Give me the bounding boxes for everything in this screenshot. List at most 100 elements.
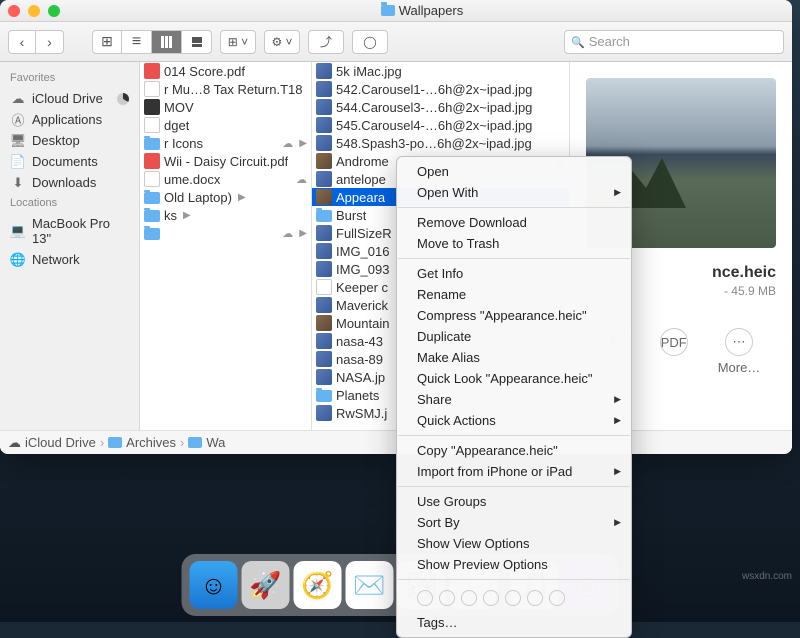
dock-finder-icon[interactable]: ☺ (190, 561, 238, 609)
close-button[interactable] (8, 5, 20, 17)
menu-item-make-alias[interactable]: Make Alias (397, 347, 631, 368)
tag-circle[interactable] (439, 590, 455, 606)
view-icon-button[interactable] (92, 30, 122, 54)
traffic-lights (8, 5, 60, 17)
path-segment[interactable]: Archives (108, 435, 176, 450)
file-name: Keeper c (336, 280, 388, 295)
file-name: Androme (336, 154, 389, 169)
menu-separator (398, 579, 630, 580)
img-icon (316, 117, 332, 133)
share-button[interactable]: ⤴ (308, 30, 344, 54)
file-row[interactable]: 545.Carousel4-…6h@2x~ipad.jpg (312, 116, 569, 134)
minimize-button[interactable] (28, 5, 40, 17)
titlebar[interactable]: Wallpapers (0, 0, 792, 22)
menu-item-compress-appearance-heic[interactable]: Compress "Appearance.heic" (397, 305, 631, 326)
dock-launchpad-icon[interactable]: 🚀 (242, 561, 290, 609)
file-row[interactable]: ume.docx☁ (140, 170, 311, 188)
chevron-right-icon: ▶ (299, 138, 307, 149)
preview-action[interactable]: PDF (660, 328, 688, 375)
tags-button[interactable]: ◯ (352, 30, 388, 54)
sidebar-item-network[interactable]: 🌐Network (0, 249, 139, 270)
dock-safari-icon[interactable]: 🧭 (294, 561, 342, 609)
fold-icon (316, 210, 332, 222)
folder-icon (381, 5, 395, 16)
file-row[interactable]: 548.Spash3-po…6h@2x~ipad.jpg (312, 134, 569, 152)
window-title: Wallpapers (60, 3, 784, 18)
menu-item-rename[interactable]: Rename (397, 284, 631, 305)
heic-icon (316, 189, 332, 205)
img-icon (316, 297, 332, 313)
view-list-button[interactable] (122, 30, 152, 54)
file-row[interactable]: ☁▶ (140, 224, 311, 242)
sidebar-heading: Favorites (0, 68, 139, 88)
file-row[interactable]: r Icons☁▶ (140, 134, 311, 152)
search-field[interactable]: Search (564, 30, 784, 54)
menu-item-quick-look-appearance-heic[interactable]: Quick Look "Appearance.heic" (397, 368, 631, 389)
sidebar-item-icloud-drive[interactable]: ☁iCloud Drive (0, 88, 139, 109)
file-row[interactable]: dget (140, 116, 311, 134)
file-name: IMG_016 (336, 244, 389, 259)
file-row[interactable]: 014 Score.pdf (140, 62, 311, 80)
column-1[interactable]: 014 Score.pdfr Mu…8 Tax Return.T18MOVdge… (140, 62, 312, 430)
menu-item-share[interactable]: Share (397, 389, 631, 410)
dock-mail-icon[interactable]: ✉️ (346, 561, 394, 609)
file-row[interactable]: ks▶ (140, 206, 311, 224)
doc-icon (144, 117, 160, 133)
menu-item-open[interactable]: Open (397, 161, 631, 182)
path-segment[interactable]: Wa (188, 435, 225, 450)
file-row[interactable]: 544.Carousel3-…6h@2x~ipad.jpg (312, 98, 569, 116)
sidebar-item-macbook-pro-13-[interactable]: 💻MacBook Pro 13" (0, 213, 139, 249)
menu-item-remove-download[interactable]: Remove Download (397, 212, 631, 233)
tag-circle[interactable] (527, 590, 543, 606)
tag-circle[interactable] (483, 590, 499, 606)
menu-item-sort-by[interactable]: Sort By (397, 512, 631, 533)
view-columns-button[interactable] (152, 30, 182, 54)
chevron-right-icon: ▶ (299, 228, 307, 239)
menu-separator (398, 435, 630, 436)
menu-item-move-to-trash[interactable]: Move to Trash (397, 233, 631, 254)
path-segment[interactable]: ☁iCloud Drive (8, 435, 96, 451)
file-name: 5k iMac.jpg (336, 64, 402, 79)
zoom-button[interactable] (48, 5, 60, 17)
preview-action[interactable]: ⋯More… (718, 328, 761, 375)
menu-item-tags[interactable]: Tags… (397, 612, 631, 633)
sidebar-item-downloads[interactable]: ⬇Downloads (0, 172, 139, 193)
fold-icon (144, 138, 160, 150)
action-button[interactable]: ⚙ ˅ (264, 30, 300, 54)
sidebar-item-applications[interactable]: ⒶApplications (0, 109, 139, 130)
menu-item-get-info[interactable]: Get Info (397, 263, 631, 284)
forward-button[interactable]: › (36, 30, 64, 54)
file-name: Planets (336, 388, 379, 403)
tag-circle[interactable] (549, 590, 565, 606)
file-row[interactable]: Old Laptop)▶ (140, 188, 311, 206)
file-name: IMG_093 (336, 262, 389, 277)
file-row[interactable]: 542.Carousel1-…6h@2x~ipad.jpg (312, 80, 569, 98)
tag-circle[interactable] (417, 590, 433, 606)
file-row[interactable]: Wii - Daisy Circuit.pdf (140, 152, 311, 170)
menu-item-show-preview-options[interactable]: Show Preview Options (397, 554, 631, 575)
view-gallery-button[interactable] (182, 30, 212, 54)
tag-circle[interactable] (461, 590, 477, 606)
arrange-button[interactable]: ⊞ ˅ (220, 30, 256, 54)
path-separator: › (100, 435, 104, 450)
file-row[interactable]: MOV (140, 98, 311, 116)
sidebar-item-desktop[interactable]: 🖥Desktop (0, 130, 139, 151)
file-row[interactable]: 5k iMac.jpg (312, 62, 569, 80)
file-name: 014 Score.pdf (164, 64, 245, 79)
file-name: Mountain (336, 316, 389, 331)
menu-item-open-with[interactable]: Open With (397, 182, 631, 203)
file-name: nasa-89 (336, 352, 383, 367)
menu-item-copy-appearance-heic[interactable]: Copy "Appearance.heic" (397, 440, 631, 461)
sidebar-item-documents[interactable]: 📄Documents (0, 151, 139, 172)
back-button[interactable]: ‹ (8, 30, 36, 54)
menu-item-show-view-options[interactable]: Show View Options (397, 533, 631, 554)
folder-icon (108, 437, 122, 448)
doc-icon (316, 279, 332, 295)
menu-item-import-from-iphone-or-ipad[interactable]: Import from iPhone or iPad (397, 461, 631, 482)
menu-item-duplicate[interactable]: Duplicate (397, 326, 631, 347)
file-row[interactable]: r Mu…8 Tax Return.T18 (140, 80, 311, 98)
file-name: RwSMJ.j (336, 406, 387, 421)
menu-item-quick-actions[interactable]: Quick Actions (397, 410, 631, 431)
menu-item-use-groups[interactable]: Use Groups (397, 491, 631, 512)
tag-circle[interactable] (505, 590, 521, 606)
